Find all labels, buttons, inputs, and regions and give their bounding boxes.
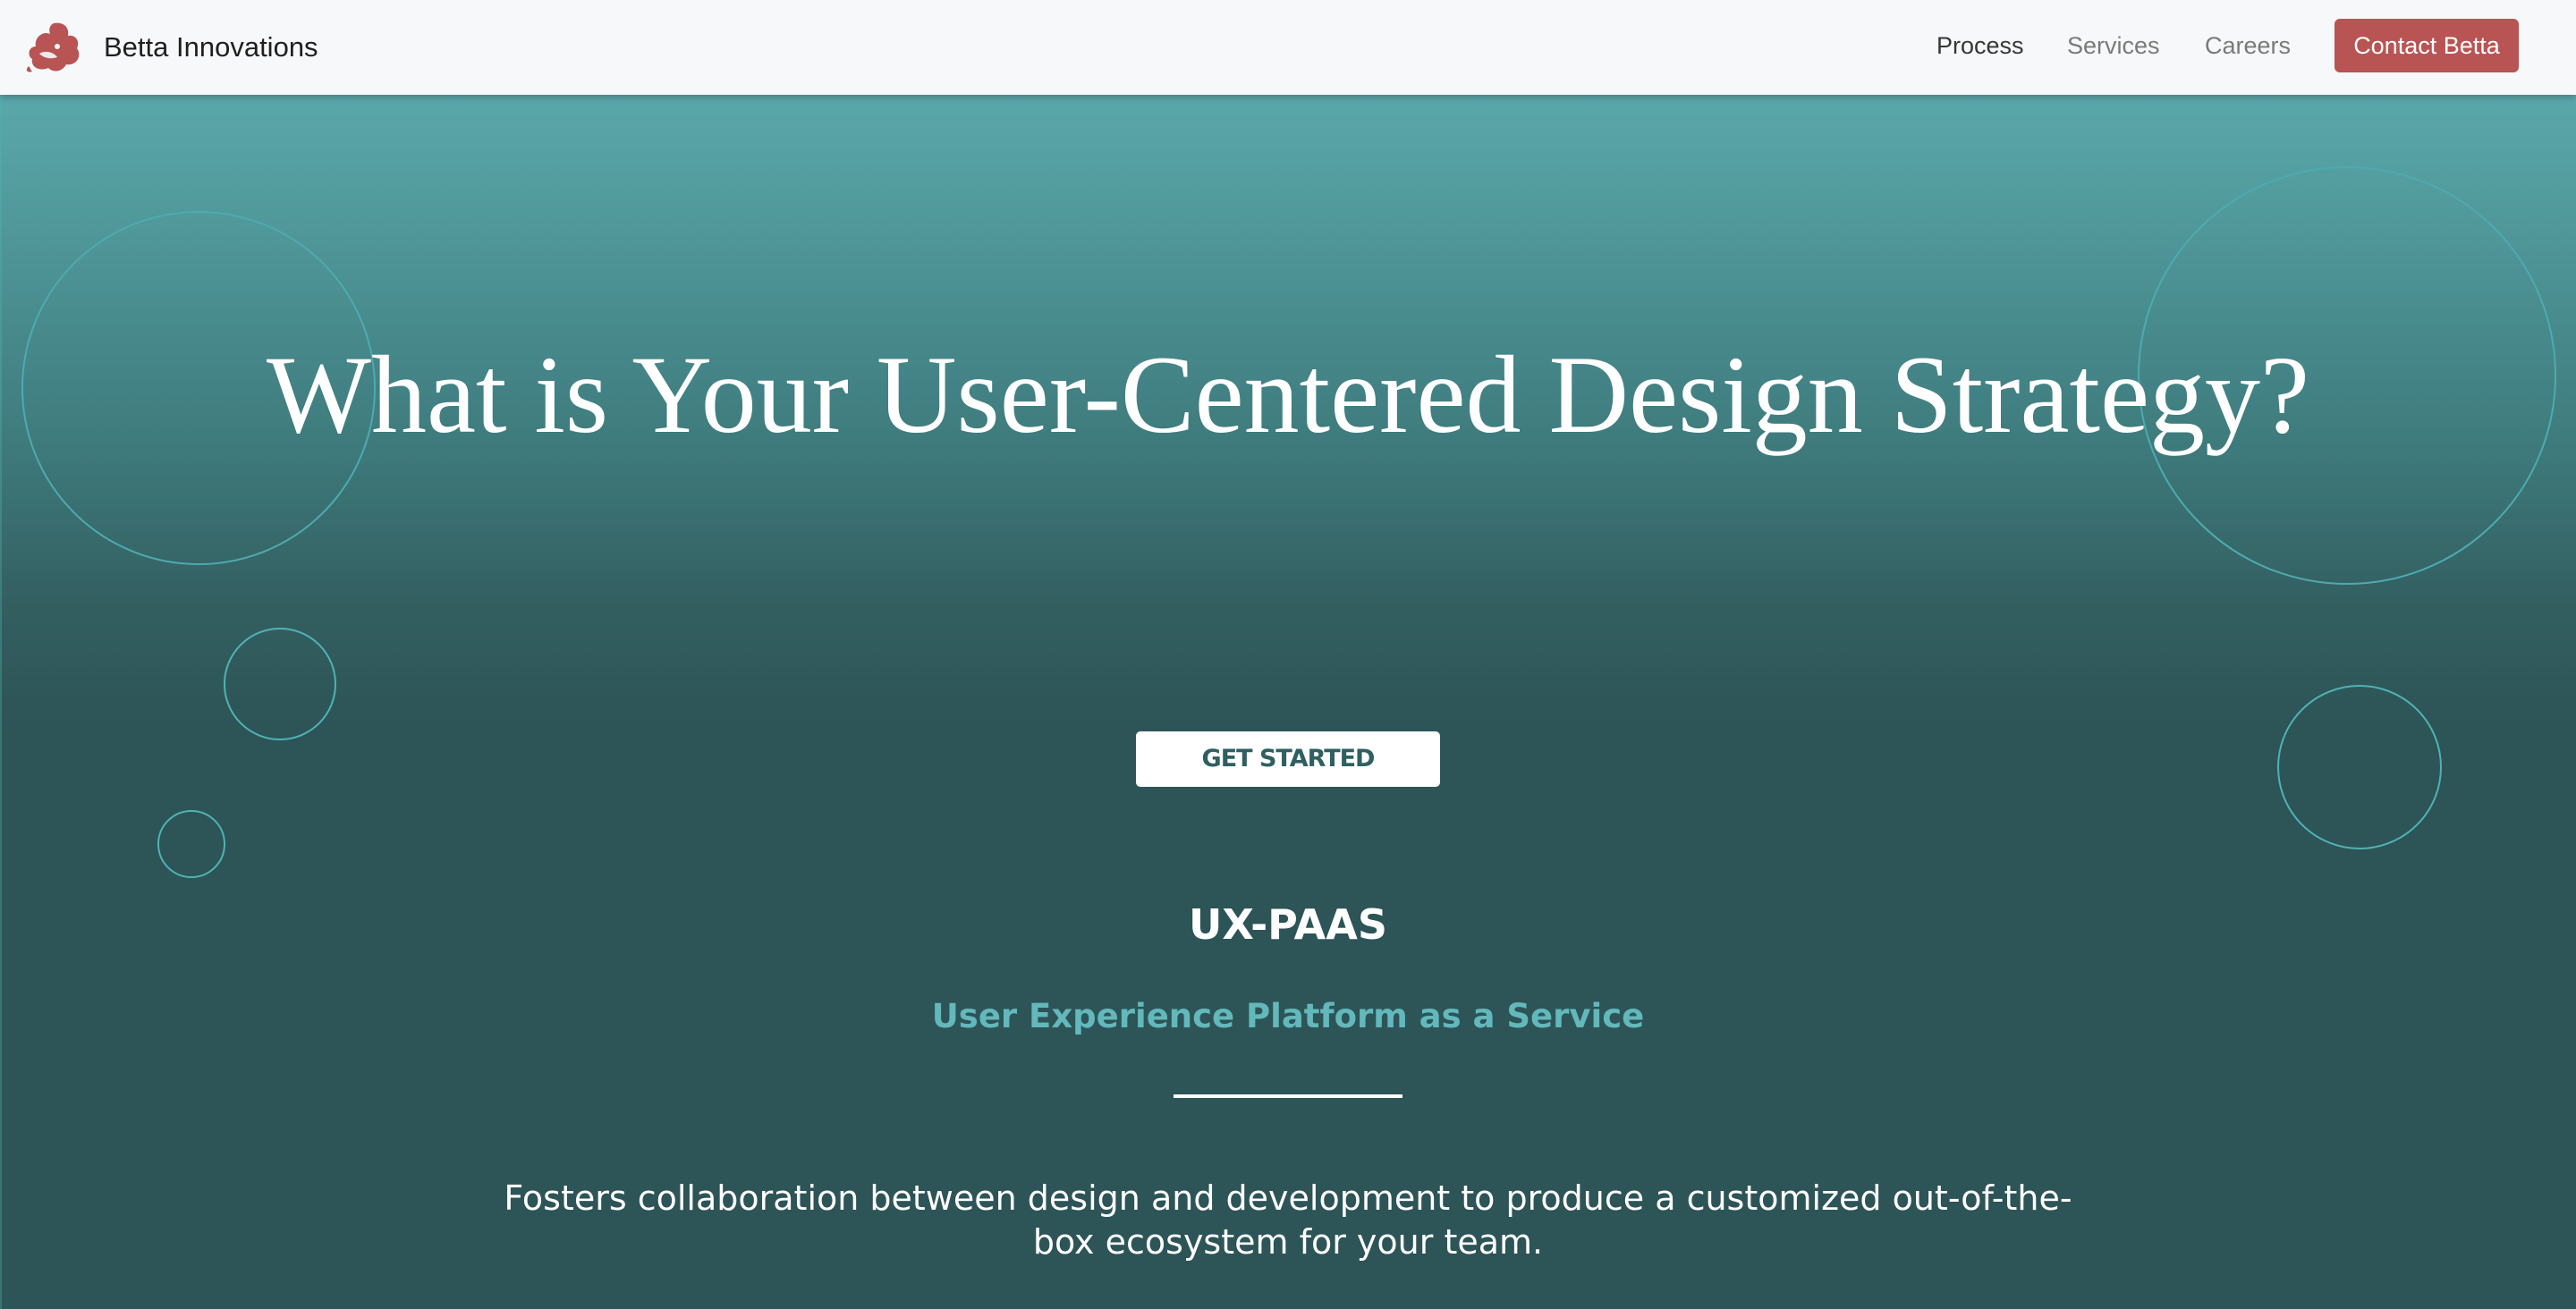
product-description: Fosters collaboration between design and… [504,1178,2072,1262]
hero-title: What is Your User-Centered Design Strate… [0,329,2576,461]
main-nav: Process Services Careers Contact Betta [0,0,2576,95]
contact-button[interactable]: Contact Betta [2334,19,2519,72]
divider [1174,1094,1402,1098]
top-navbar: Betta Innovations Process Services Caree… [0,0,2576,95]
product-tagline: User Experience Platform as a Service [931,997,1645,1035]
decorative-circle [224,628,336,740]
get-started-button[interactable]: GET STARTED [1136,731,1440,787]
nav-link-services[interactable]: Services [2067,32,2160,60]
decorative-circle [2277,685,2442,849]
hero-section: What is Your User-Centered Design Strate… [0,95,2576,1309]
hero-title-text: What is Your User-Centered Design Strate… [266,334,2310,456]
nav-link-careers[interactable]: Careers [2205,32,2291,60]
decorative-circle [157,810,225,878]
product-name: UX-PAAS [1189,900,1387,949]
nav-link-process[interactable]: Process [1936,32,2024,60]
